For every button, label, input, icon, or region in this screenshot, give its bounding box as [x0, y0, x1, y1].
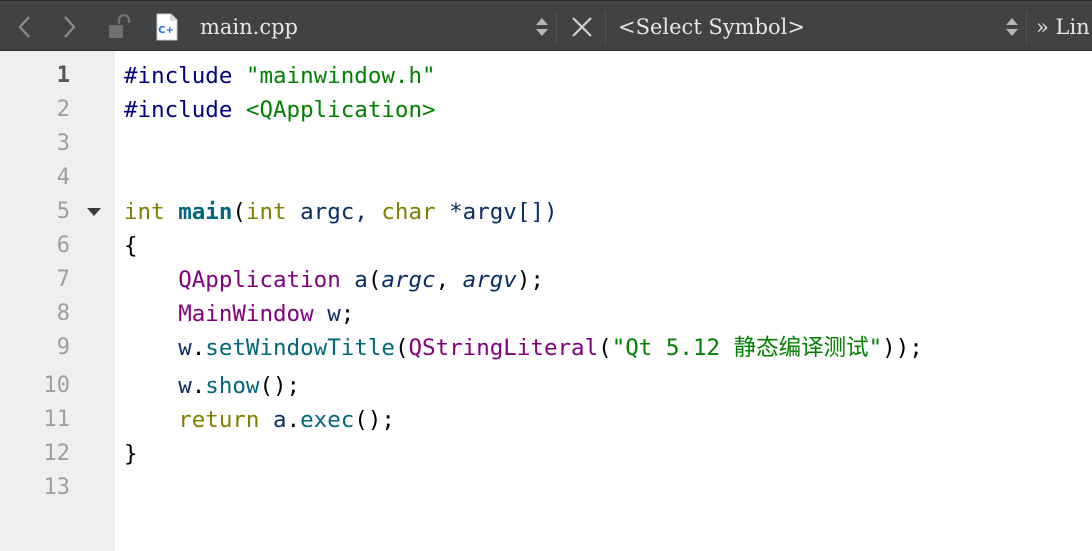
indent-token	[124, 301, 178, 327]
function-name-token: show	[205, 373, 260, 399]
line-number: 3	[56, 131, 70, 156]
line-number: 7	[56, 267, 70, 292]
document-dropdown-toggle[interactable]	[532, 1, 552, 52]
code-line-6: {	[124, 233, 138, 259]
preprocessor-token: #include	[124, 97, 233, 123]
punctuation-token: .	[191, 335, 206, 361]
function-name-token: main	[178, 199, 233, 225]
line-number: 13	[43, 475, 71, 500]
unlocked-icon	[109, 13, 131, 38]
editor-toolbar: C+ main.cpp <Select Symbol> » Lin	[0, 0, 1092, 51]
file-type: C+	[152, 1, 182, 52]
chevron-left-icon	[18, 15, 30, 38]
line-number: 9	[56, 335, 70, 360]
code-line-5: int main(int argc, char *argv[])	[124, 195, 558, 229]
code-line-10: w.show();	[124, 369, 300, 403]
punctuation-token: .	[191, 373, 206, 399]
keyword-token: int	[124, 199, 165, 225]
keyword-token: int	[245, 199, 287, 225]
punctuation-token: .	[286, 407, 301, 433]
line-number: 4	[56, 165, 70, 190]
symbol-dropdown-toggle[interactable]	[1002, 1, 1022, 52]
code-line-2: #include <QApplication>	[124, 93, 436, 127]
indent-token	[124, 407, 178, 433]
punctuation-token: ,	[435, 267, 463, 293]
parameter-token: argv	[462, 267, 517, 293]
variable-token: a	[273, 407, 287, 433]
variable-token: w	[178, 373, 192, 399]
svg-text:C+: C+	[158, 25, 174, 36]
indent-token	[124, 373, 178, 399]
line-number: 6	[56, 233, 70, 258]
forward-button[interactable]	[50, 1, 90, 52]
string-token: "Qt 5.12 静态编译测试"	[611, 335, 883, 361]
close-icon	[572, 16, 592, 37]
toolbar-separator	[556, 11, 557, 43]
class-token: MainWindow	[178, 301, 314, 327]
code-line-1: #include "mainwindow.h"	[124, 59, 436, 93]
string-token: <QApplication>	[245, 97, 436, 123]
cpp-file-icon: C+	[156, 13, 178, 40]
code-line-11: return a.exec();	[124, 403, 395, 437]
line-number: 12	[43, 441, 71, 466]
punctuation-token: ));	[882, 335, 923, 361]
keyword-token: char	[381, 199, 436, 225]
indent-token	[124, 267, 178, 293]
line-number: 10	[43, 373, 71, 398]
code-editor[interactable]: 1 2 3 4 5 6 7 8 9 10 11 12 13 #include "…	[0, 51, 1092, 551]
indent-token	[124, 335, 178, 361]
line-number: 2	[56, 97, 70, 122]
variable-token: a	[354, 267, 368, 293]
parameter-token: argc	[381, 267, 436, 293]
class-token: QApplication	[178, 267, 341, 293]
parameter-token: argc,	[286, 199, 382, 225]
chevron-right-icon	[64, 15, 76, 38]
keyword-token: return	[178, 407, 260, 433]
line-number: 1	[56, 63, 70, 88]
chevron-up-down-icon	[1006, 17, 1018, 36]
code-line-8: MainWindow w;	[124, 297, 354, 331]
symbol-selector[interactable]: <Select Symbol>	[618, 1, 805, 52]
variable-token: w	[178, 335, 192, 361]
lock-toggle-button[interactable]	[104, 1, 134, 52]
code-line-7: QApplication a(argc, argv);	[124, 263, 544, 297]
fold-arrow-icon[interactable]	[86, 206, 102, 218]
punctuation-token: (	[232, 199, 246, 225]
variable-token: w	[327, 301, 341, 327]
line-number: 11	[43, 407, 71, 432]
chevron-up-down-icon	[536, 17, 548, 36]
class-token: QStringLiteral	[408, 335, 599, 361]
punctuation-token: ();	[259, 373, 301, 399]
code-line-9: w.setWindowTitle(QStringLiteral("Qt 5.12…	[124, 331, 923, 365]
line-number: 8	[56, 301, 70, 326]
close-document-button[interactable]	[568, 1, 596, 52]
string-token: "mainwindow.h"	[245, 63, 436, 89]
toolbar-separator	[605, 11, 606, 43]
function-name-token: setWindowTitle	[205, 335, 395, 361]
code-line-12: }	[124, 441, 138, 467]
punctuation-token: ;	[340, 301, 355, 327]
punctuation-token: ();	[354, 407, 395, 433]
punctuation-token: );	[516, 267, 544, 293]
preprocessor-token: #include	[124, 63, 233, 89]
toolbar-separator	[1026, 11, 1027, 43]
line-number-gutter: 1 2 3 4 5 6 7 8 9 10 11 12 13	[0, 51, 115, 551]
back-button[interactable]	[4, 1, 44, 52]
document-name[interactable]: main.cpp	[200, 1, 298, 52]
parameter-token: *argv[])	[435, 199, 558, 225]
punctuation-token: (	[367, 267, 382, 293]
punctuation-token: (	[394, 335, 409, 361]
punctuation-token: (	[598, 335, 612, 361]
function-name-token: exec	[300, 407, 355, 433]
line-number: 5	[56, 199, 70, 224]
line-column-indicator[interactable]: » Lin	[1036, 1, 1090, 52]
